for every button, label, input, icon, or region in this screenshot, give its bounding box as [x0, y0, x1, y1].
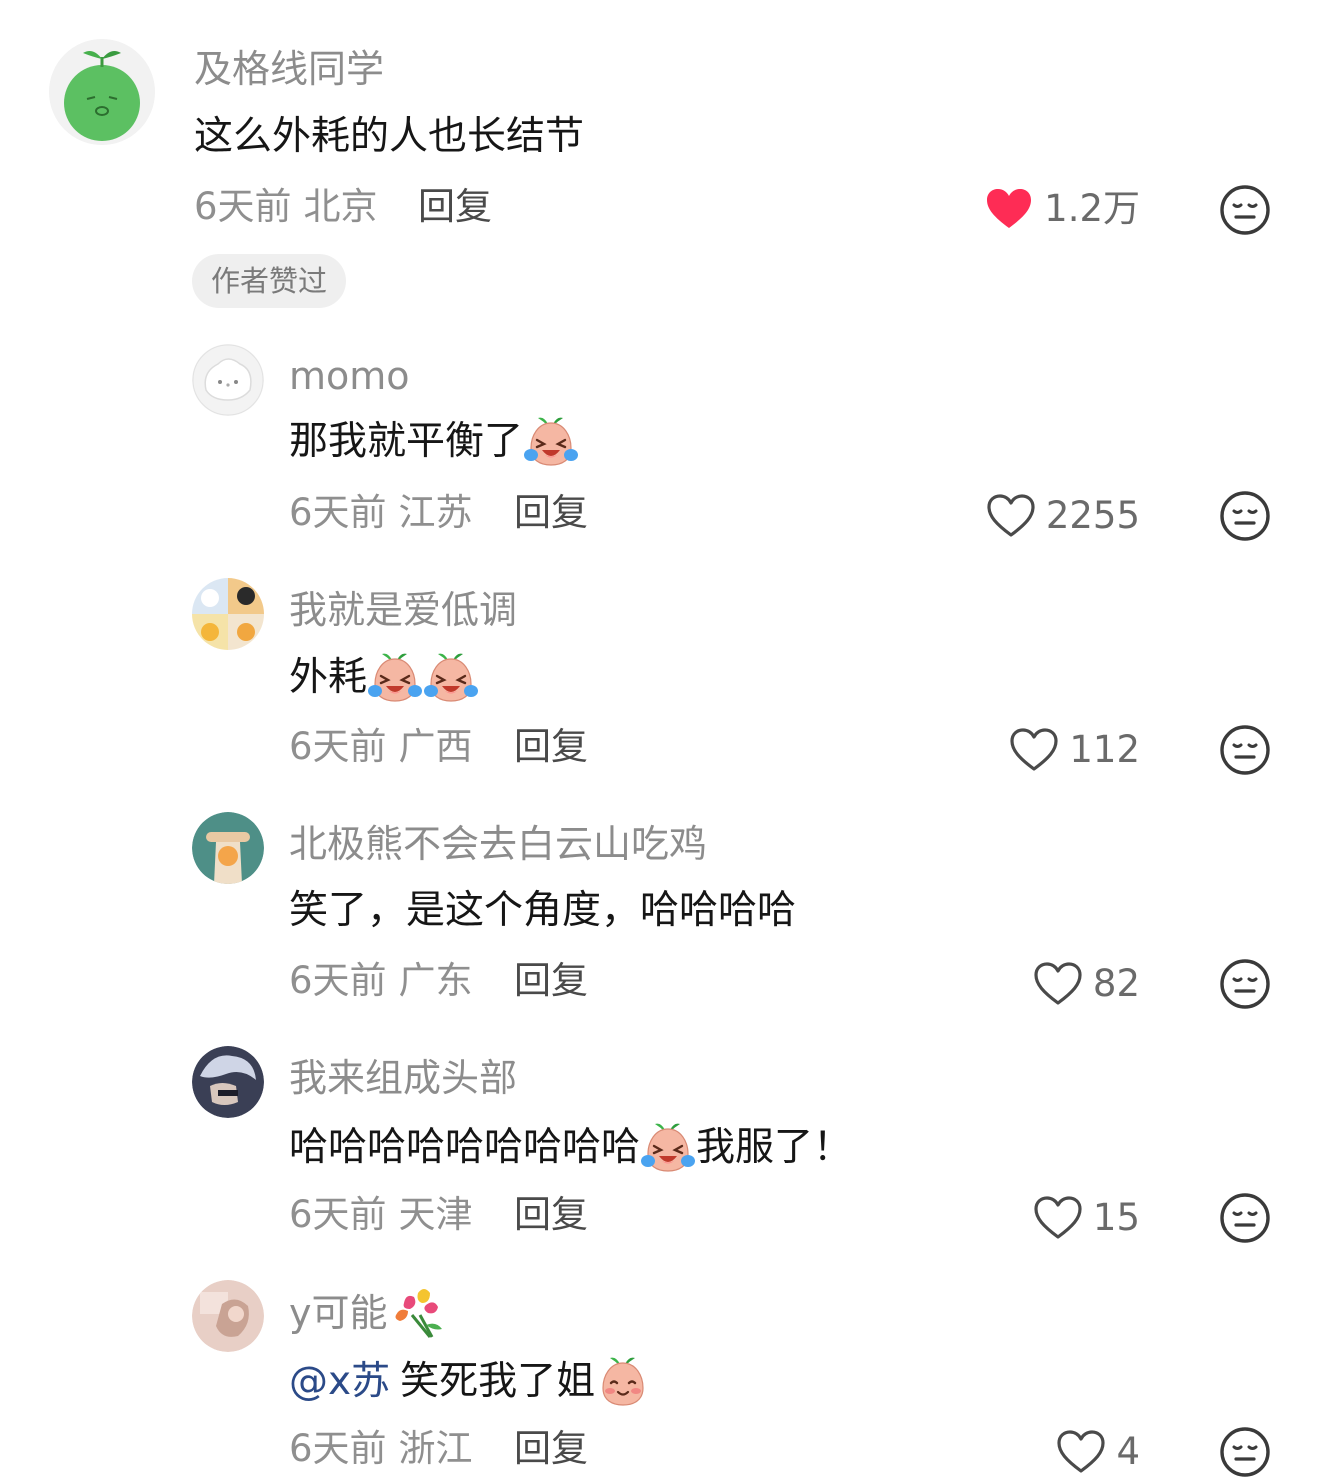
like-button[interactable]: 112	[1009, 725, 1140, 775]
avatar[interactable]	[192, 344, 264, 416]
heart-filled-icon	[984, 186, 1034, 232]
username: y可能	[289, 1285, 448, 1341]
timestamp: 6天前	[289, 725, 387, 768]
heart-outline-icon	[986, 493, 1036, 539]
dislike-face-icon[interactable]	[1219, 724, 1271, 776]
reply-button[interactable]: 回复	[514, 490, 588, 536]
username[interactable]: 及格线同学	[194, 46, 384, 92]
like-count: 15	[1092, 1196, 1140, 1239]
cry-laugh-emoji-icon	[640, 1120, 696, 1176]
heart-outline-icon	[1033, 1195, 1083, 1241]
comment-text-body: 笑了，是这个角度，哈哈哈哈	[289, 888, 797, 933]
cry-laugh-emoji-icon	[523, 414, 579, 470]
comment-text: 外耗	[289, 650, 479, 706]
heart-outline-icon	[1009, 727, 1059, 773]
username[interactable]: 我就是爱低调	[289, 587, 517, 633]
username-text[interactable]: y可能	[289, 1286, 388, 1340]
reply-button[interactable]: 回复	[418, 184, 492, 230]
reply-button[interactable]: 回复	[514, 1426, 588, 1472]
like-count: 82	[1092, 962, 1140, 1005]
reply-button[interactable]: 回复	[514, 724, 588, 770]
comment-text-suffix: 我服了！	[696, 1125, 853, 1170]
heart-outline-icon	[1056, 1429, 1106, 1475]
comment-text: @x苏 笑死我了姐	[289, 1354, 651, 1410]
timestamp: 6天前	[194, 185, 292, 228]
avatar[interactable]	[49, 39, 155, 145]
comment-meta: 6天前 天津	[289, 1192, 473, 1238]
avatar[interactable]	[192, 1046, 264, 1118]
comment-meta: 6天前 北京	[194, 184, 378, 230]
flowers-emoji-icon	[392, 1285, 448, 1341]
author-liked-badge: 作者赞过	[192, 254, 347, 308]
dislike-face-icon[interactable]	[1219, 958, 1271, 1010]
comment-meta: 6天前 浙江	[289, 1426, 473, 1472]
dislike-face-icon[interactable]	[1219, 1192, 1271, 1244]
like-button[interactable]: 15	[1033, 1193, 1140, 1243]
comment-text-body: 笑死我了姐	[400, 1359, 596, 1404]
username[interactable]: 北极熊不会去白云山吃鸡	[289, 821, 707, 867]
mention-link[interactable]: @x苏	[289, 1357, 390, 1407]
heart-outline-icon	[1033, 961, 1083, 1007]
like-button[interactable]: 4	[1056, 1427, 1140, 1477]
comment-text: 这么外耗的人也长结节	[194, 112, 584, 162]
avatar[interactable]	[192, 578, 264, 650]
comment-meta: 6天前 广东	[289, 958, 473, 1004]
avatar[interactable]	[192, 812, 264, 884]
comment-text: 笑了，是这个角度，哈哈哈哈	[289, 886, 796, 936]
dislike-face-icon[interactable]	[1219, 184, 1271, 236]
like-count: 4	[1116, 1430, 1140, 1473]
like-count: 1.2万	[1044, 187, 1140, 230]
comment-text-body: 那我就平衡了	[289, 419, 524, 464]
location: 广东	[398, 959, 473, 1002]
cry-laugh-emoji-icon	[423, 650, 479, 706]
like-button[interactable]: 1.2万	[984, 184, 1140, 234]
cry-laugh-emoji-icon	[367, 650, 423, 706]
username[interactable]: 我来组成头部	[289, 1055, 517, 1101]
timestamp: 6天前	[289, 1193, 387, 1236]
like-count: 112	[1069, 728, 1140, 771]
location: 北京	[303, 185, 378, 228]
reply-button[interactable]: 回复	[514, 1192, 588, 1238]
reply-button[interactable]: 回复	[514, 958, 588, 1004]
like-count: 2255	[1045, 494, 1140, 537]
dislike-face-icon[interactable]	[1219, 1426, 1271, 1478]
comment-meta: 6天前 江苏	[289, 490, 473, 536]
dislike-face-icon[interactable]	[1219, 490, 1271, 542]
username[interactable]: momo	[289, 353, 410, 399]
timestamp: 6天前	[289, 491, 387, 534]
location: 江苏	[398, 491, 473, 534]
comment-meta: 6天前 广西	[289, 724, 473, 770]
comment-text-body: 这么外耗的人也长结节	[194, 114, 585, 159]
like-button[interactable]: 82	[1033, 959, 1140, 1009]
smile-blush-emoji-icon	[595, 1354, 651, 1410]
comment-text-body: 哈哈哈哈哈哈哈哈哈	[289, 1125, 641, 1170]
avatar[interactable]	[192, 1280, 264, 1352]
location: 广西	[398, 725, 473, 768]
comment-text: 哈哈哈哈哈哈哈哈哈 我服了！	[289, 1120, 852, 1176]
location: 天津	[398, 1193, 473, 1236]
like-button[interactable]: 2255	[986, 491, 1140, 541]
timestamp: 6天前	[289, 959, 387, 1002]
comment-text: 那我就平衡了	[289, 414, 579, 470]
comment-text-body: 外耗	[289, 655, 368, 700]
